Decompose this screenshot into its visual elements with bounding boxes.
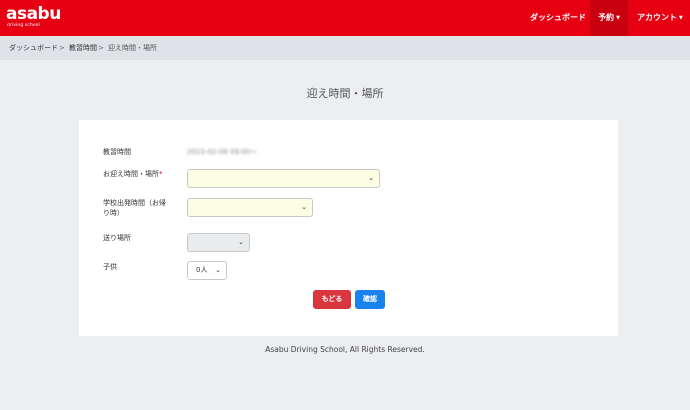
- breadcrumb-lesson-time[interactable]: 教習時間: [69, 36, 97, 60]
- pickup-label-text: お迎え時間・場所: [103, 170, 159, 178]
- chevron-down-icon: ⌄: [215, 266, 221, 274]
- caret-down-icon: ▼: [679, 15, 683, 21]
- nav-dashboard-label: ダッシュボード: [530, 13, 586, 22]
- chevron-down-icon: ⌄: [368, 174, 374, 182]
- pickup-select[interactable]: ⌄: [187, 169, 380, 188]
- chevron-down-icon: ⌄: [301, 203, 307, 211]
- top-navbar: asabu driving school ダッシュボード 予約 ▼ アカウント ▼: [0, 0, 690, 36]
- breadcrumb-separator: >: [98, 44, 104, 52]
- logo-tagline: driving school: [7, 23, 40, 28]
- dropoff-label: 送り場所: [103, 234, 131, 242]
- lesson-time-label: 教習時間: [103, 148, 131, 156]
- breadcrumb: ダッシュボード > 教習時間 > 迎え時間・場所: [0, 36, 690, 60]
- pickup-label: お迎え時間・場所*: [103, 169, 163, 179]
- asabu-logo[interactable]: asabu driving school: [6, 4, 62, 30]
- dropoff-select[interactable]: ⌄: [187, 233, 250, 252]
- nav-reservation-dropdown[interactable]: 予約 ▼: [590, 0, 628, 36]
- breadcrumb-current: 迎え時間・場所: [108, 44, 157, 52]
- logo-wordmark: asabu: [6, 4, 61, 24]
- caret-down-icon: ▼: [616, 15, 620, 21]
- nav-reservation-label: 予約: [598, 13, 615, 22]
- pickup-form-card: 教習時間 2023-02-08 09:00〜 お迎え時間・場所* ⌄ 学校出発時…: [79, 120, 618, 336]
- departure-label-line2: り時）: [103, 209, 124, 217]
- nav-account-label: アカウント: [637, 13, 677, 22]
- nav-dashboard[interactable]: ダッシュボード: [530, 0, 586, 36]
- footer-copyright: Asabu Driving School, All Rights Reserve…: [265, 345, 425, 354]
- required-mark: *: [159, 170, 163, 178]
- children-select[interactable]: 0人 ⌄: [187, 261, 227, 280]
- children-select-value: 0人: [196, 266, 208, 274]
- departure-label-line1: 学校出発時間（お帰: [103, 199, 166, 207]
- back-button[interactable]: もどる: [313, 290, 351, 309]
- page-title: 迎え時間・場所: [306, 87, 384, 100]
- breadcrumb-dashboard[interactable]: ダッシュボード: [9, 36, 58, 60]
- children-label: 子供: [103, 263, 117, 271]
- chevron-down-icon: ⌄: [238, 238, 244, 246]
- nav-account-dropdown[interactable]: アカウント ▼: [637, 0, 683, 36]
- lesson-time-value: 2023-02-08 09:00〜: [187, 148, 258, 156]
- departure-select[interactable]: ⌄: [187, 198, 313, 217]
- departure-label: 学校出発時間（お帰 り時）: [103, 198, 166, 218]
- breadcrumb-separator: >: [59, 44, 65, 52]
- confirm-button[interactable]: 確認: [355, 290, 385, 309]
